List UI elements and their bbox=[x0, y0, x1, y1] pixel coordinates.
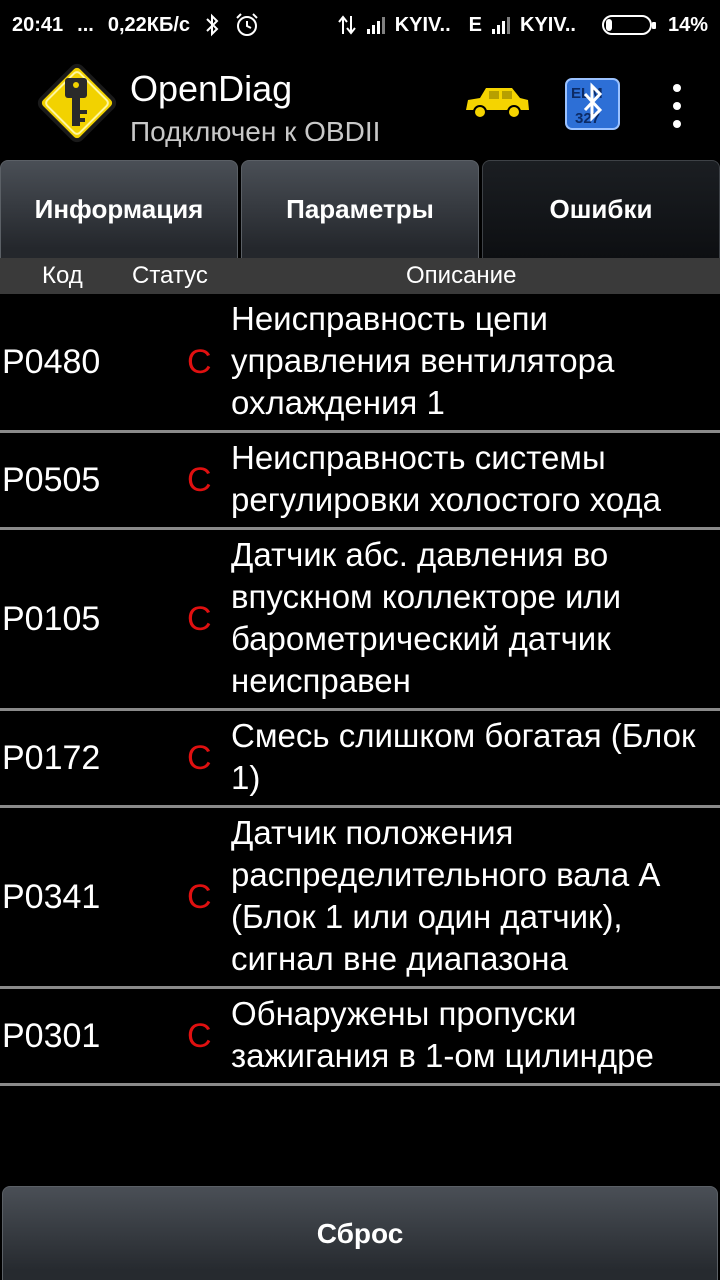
signal-strength-icon-2 bbox=[492, 16, 510, 34]
table-row[interactable]: P0172 C Смесь слишком богатая (Блок 1) bbox=[0, 711, 720, 808]
error-code: P0341 bbox=[2, 877, 101, 916]
car-icon[interactable] bbox=[462, 84, 532, 122]
error-status: C bbox=[187, 460, 212, 499]
battery-percent: 14% bbox=[667, 13, 708, 36]
app-title: OpenDiag bbox=[130, 68, 293, 109]
table-row[interactable]: P0341 C Датчик положения распределительн… bbox=[0, 808, 720, 989]
carrier-2: KYIV.. bbox=[520, 13, 576, 36]
tab-bar: Информация Параметры Ошибки bbox=[0, 160, 720, 258]
action-bar: OpenDiag Подключен к OBDII ELM 327 bbox=[0, 50, 720, 160]
bluetooth-elm327-icon[interactable]: ELM 327 bbox=[565, 78, 620, 130]
reset-button[interactable]: Сброс bbox=[2, 1186, 718, 1280]
battery-icon bbox=[601, 15, 656, 35]
error-code: P0172 bbox=[2, 738, 101, 777]
status-bar: 20:41 ... 0,22КБ/с KYIV.. E KYIV.. 14% bbox=[0, 0, 720, 50]
error-code: P0480 bbox=[2, 342, 101, 381]
alarm-icon bbox=[234, 12, 260, 38]
error-description: Датчик положения распределительного вала… bbox=[231, 814, 659, 977]
error-code: P0301 bbox=[2, 1016, 101, 1055]
status-speed: 0,22КБ/с bbox=[107, 13, 191, 36]
error-description: Датчик абс. давления во впускном коллект… bbox=[231, 536, 622, 699]
error-description: Смесь слишком богатая (Блок 1) bbox=[231, 717, 696, 796]
error-status: C bbox=[187, 877, 212, 916]
error-status: C bbox=[187, 738, 212, 777]
column-header-status: Статус bbox=[132, 262, 208, 289]
signal-strength-icon bbox=[366, 16, 385, 34]
bluetooth-status-icon bbox=[204, 13, 220, 37]
carrier-1: KYIV.. bbox=[394, 13, 451, 36]
connection-status: Подключен к OBDII bbox=[130, 116, 381, 147]
tab-parameters[interactable]: Параметры bbox=[241, 160, 479, 258]
table-row[interactable]: P0505 C Неисправность системы регулировк… bbox=[0, 433, 720, 530]
error-description: Обнаружены пропуски зажигания в 1-ом цил… bbox=[231, 995, 654, 1074]
status-dots: ... bbox=[77, 13, 94, 36]
column-header-code: Код bbox=[42, 262, 83, 289]
column-header-description: Описание bbox=[406, 262, 517, 289]
error-code: P0105 bbox=[2, 599, 101, 638]
network-type: E bbox=[468, 13, 482, 36]
status-time: 20:41 bbox=[12, 13, 64, 36]
tab-errors[interactable]: Ошибки bbox=[482, 160, 720, 258]
overflow-menu-icon[interactable] bbox=[662, 84, 692, 128]
error-status: C bbox=[187, 599, 212, 638]
table-row[interactable]: P0301 C Обнаружены пропуски зажигания в … bbox=[0, 989, 720, 1086]
key-warning-icon bbox=[32, 58, 122, 148]
error-code: P0505 bbox=[2, 460, 101, 499]
table-header: Код Статус Описание bbox=[0, 258, 720, 294]
tab-information[interactable]: Информация bbox=[0, 160, 238, 258]
error-status: C bbox=[187, 1016, 212, 1055]
error-list: P0480 C Неисправность цепи управления ве… bbox=[0, 294, 720, 1086]
table-row[interactable]: P0105 C Датчик абс. давления во впускном… bbox=[0, 530, 720, 711]
error-description: Неисправность системы регулировки холост… bbox=[231, 439, 662, 518]
error-status: C bbox=[187, 342, 212, 381]
table-row[interactable]: P0480 C Неисправность цепи управления ве… bbox=[0, 294, 720, 433]
error-description: Неисправность цепи управления вентилятор… bbox=[231, 300, 615, 421]
data-transfer-icon bbox=[337, 14, 357, 36]
